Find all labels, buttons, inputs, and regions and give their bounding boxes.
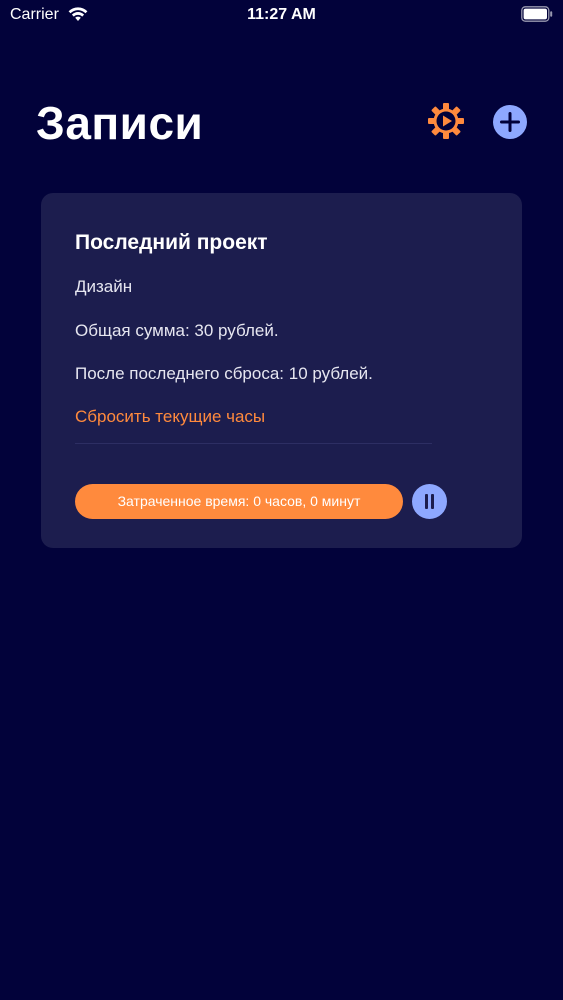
gear-icon xyxy=(428,103,464,139)
pause-button[interactable] xyxy=(412,484,447,519)
page-title: Записи xyxy=(36,97,204,149)
settings-button[interactable] xyxy=(427,102,465,140)
project-card: Последний проект Дизайн Общая сумма: 30 … xyxy=(41,193,522,548)
reset-hours-button[interactable]: Сбросить текущие часы xyxy=(75,407,265,427)
project-category: Дизайн xyxy=(75,277,133,296)
status-bar: Carrier 11:27 AM xyxy=(0,0,563,30)
since-reset-amount: После последнего сброса: 10 рублей. xyxy=(75,364,373,383)
divider xyxy=(75,443,432,444)
total-amount: Общая сумма: 30 рублей. xyxy=(75,321,279,340)
status-time: 11:27 AM xyxy=(247,6,316,23)
battery-icon xyxy=(521,6,553,22)
project-title: Последний проект xyxy=(75,231,268,254)
add-button[interactable] xyxy=(493,105,527,139)
plus-icon xyxy=(500,112,520,132)
time-spent-button[interactable]: Затраченное время: 0 часов, 0 минут xyxy=(75,484,403,519)
